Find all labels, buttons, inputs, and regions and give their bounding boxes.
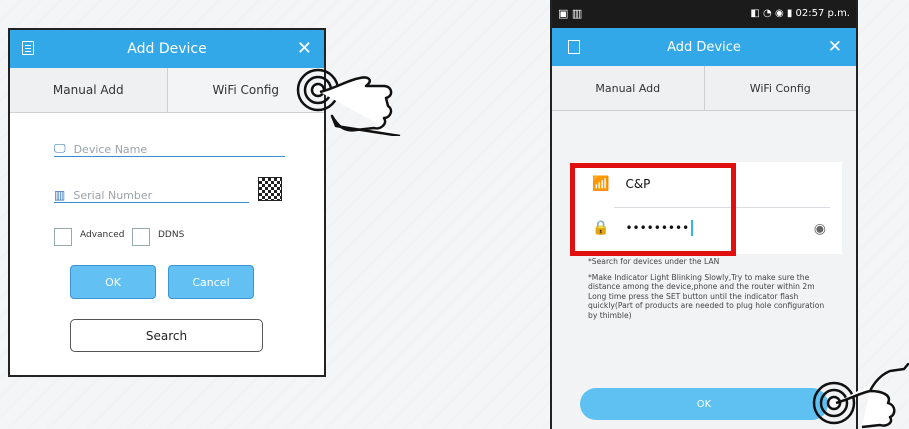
advanced-label: Advanced xyxy=(80,230,125,240)
advanced-checkbox[interactable] xyxy=(54,228,72,246)
tab-manual-add[interactable]: Manual Add xyxy=(10,68,167,112)
ok-button[interactable]: OK xyxy=(580,388,828,420)
cancel-button[interactable]: Cancel xyxy=(168,265,254,299)
menu-icon[interactable] xyxy=(22,41,34,55)
device-name-placeholder: Device Name xyxy=(73,143,148,156)
dialog-header: Add Device ✕ xyxy=(10,30,324,68)
status-time: 02:57 p.m. xyxy=(795,8,850,19)
serial-number-field[interactable]: ▥ Serial Number xyxy=(54,182,249,203)
phone-header: Add Device ✕ xyxy=(552,28,856,66)
dialog-title: Add Device xyxy=(127,41,207,57)
tab-manual-add[interactable]: Manual Add xyxy=(552,66,704,110)
ok-button[interactable]: OK xyxy=(70,265,156,299)
status-icons: ◧ ◔ ◉ ▮ 02:57 p.m. xyxy=(750,8,850,19)
monitor-icon: 🖵 xyxy=(54,141,66,155)
notification-icons: ▣ ▥ xyxy=(558,7,583,20)
close-icon[interactable]: ✕ xyxy=(828,37,842,57)
qr-code-icon[interactable] xyxy=(258,177,282,201)
serial-number-placeholder: Serial Number xyxy=(73,189,153,202)
device-name-field[interactable]: 🖵 Device Name xyxy=(54,136,285,157)
ddns-checkbox[interactable] xyxy=(132,228,150,246)
tap-hand-icon xyxy=(296,68,401,136)
highlight-box xyxy=(570,163,736,256)
status-bar: ▣ ▥ ◧ ◔ ◉ ▮ 02:57 p.m. xyxy=(552,0,856,28)
info-line: *Search for devices under the LAN xyxy=(588,257,720,266)
tap-hand-icon xyxy=(812,363,909,429)
instructions-text: *Search for devices under the LAN *Make … xyxy=(588,257,828,326)
add-device-dialog: Add Device ✕ Manual Add WiFi Config 🖵 De… xyxy=(8,28,326,377)
close-icon[interactable]: ✕ xyxy=(297,38,312,59)
search-button[interactable]: Search xyxy=(70,319,263,352)
tab-bar: Manual Add WiFi Config xyxy=(10,68,324,113)
phone-tab-bar: Manual Add WiFi Config xyxy=(552,66,856,111)
tab-wifi-config[interactable]: WiFi Config xyxy=(703,66,856,110)
info-line: *Make Indicator Light Blinking Slowly,Tr… xyxy=(588,272,825,320)
show-password-eye-icon[interactable]: ◉ xyxy=(814,221,826,237)
menu-icon[interactable] xyxy=(568,40,580,54)
barcode-icon: ▥ xyxy=(54,188,66,202)
ddns-label: DDNS xyxy=(158,230,185,240)
phone-title: Add Device xyxy=(667,39,741,55)
